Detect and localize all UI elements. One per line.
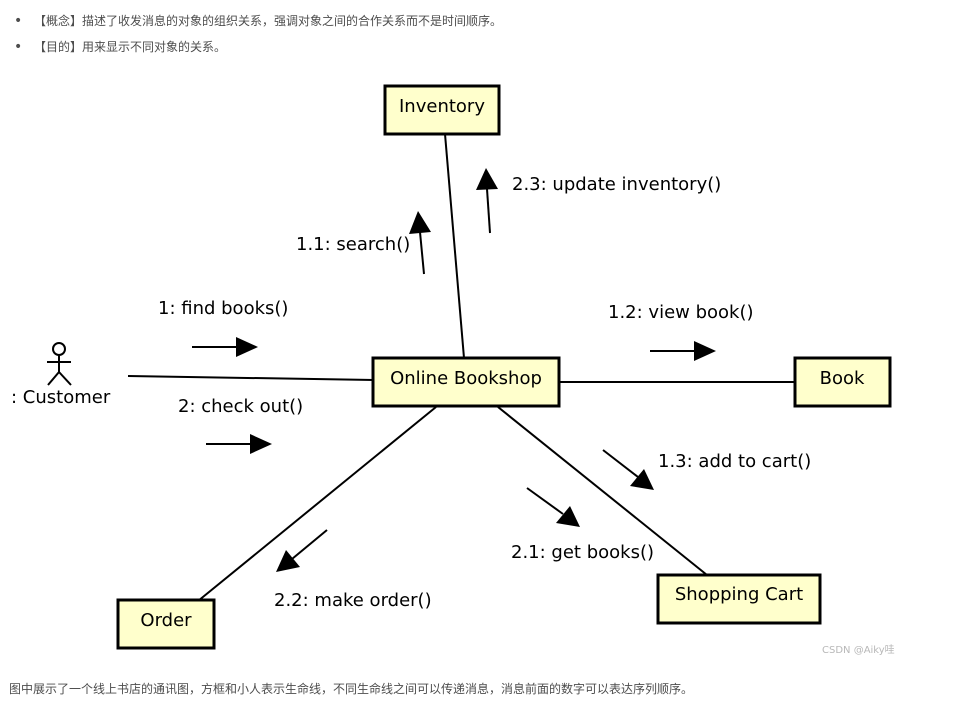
book-label: Book: [820, 368, 865, 389]
stick-figure-icon: [47, 342, 72, 386]
caption: 图中展示了一个线上书店的通讯图，方框和小人表示生命线，不同生命线之间可以传递消息…: [9, 682, 694, 696]
actor-label: : Customer: [11, 387, 111, 408]
cart-label: Shopping Cart: [675, 584, 803, 605]
order-label: Order: [140, 610, 192, 631]
arrow-add-to-cart: [602, 449, 654, 490]
link-inventory-bookshop: [444, 133, 465, 359]
communication-diagram: : Customer Inventory Online Bookshop Boo…: [11, 84, 892, 650]
msg-check-out: 2: check out(): [178, 396, 303, 417]
cart-object: Shopping Cart: [656, 573, 822, 625]
watermark: CSDN @Aiky哇: [822, 645, 895, 656]
arrow-make-order: [276, 529, 328, 572]
link-bookshop-order: [197, 406, 437, 602]
arrow-find-books: [192, 337, 258, 357]
order-object: Order: [116, 598, 216, 650]
book-object: Book: [793, 356, 892, 408]
msg-update-inventory: 2.3: update inventory(): [512, 174, 721, 195]
msg-search: 1.1: search(): [296, 234, 410, 255]
link-customer-bookshop: [127, 375, 375, 381]
customer-actor: : Customer: [11, 342, 111, 408]
arrow-get-books: [526, 487, 580, 527]
arrow-update-inventory: [476, 168, 498, 234]
msg-add-to-cart: 1.3: add to cart(): [658, 451, 811, 472]
msg-find-books: 1: find books(): [158, 298, 288, 319]
bookshop-object: Online Bookshop: [371, 356, 561, 408]
msg-make-order: 2.2: make order(): [274, 590, 432, 611]
msg-get-books: 2.1: get books(): [511, 542, 654, 563]
arrow-check-out: [206, 434, 272, 454]
arrow-search: [409, 211, 431, 275]
inventory-object: Inventory: [383, 84, 501, 136]
arrow-view-book: [650, 341, 716, 361]
inventory-label: Inventory: [399, 96, 485, 117]
msg-view-book: 1.2: view book(): [608, 302, 754, 323]
bookshop-label: Online Bookshop: [390, 368, 542, 389]
